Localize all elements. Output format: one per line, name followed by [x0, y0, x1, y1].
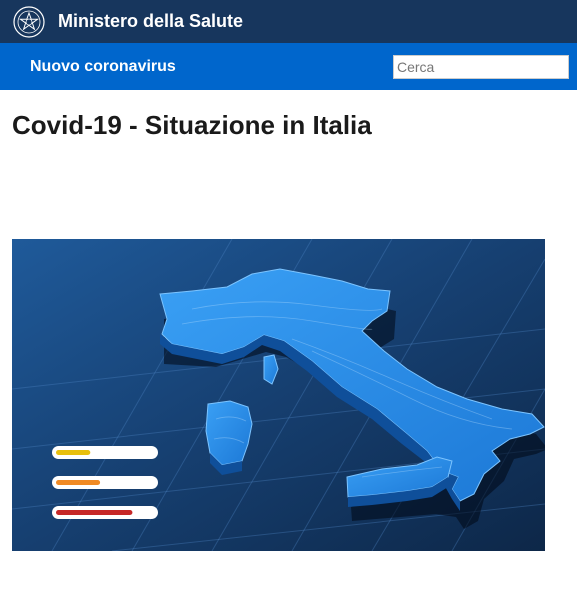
section-bar: Nuovo coronavirus [0, 43, 577, 90]
indicator-group [52, 446, 158, 519]
ministry-name[interactable]: Ministero della Salute [58, 11, 243, 32]
section-title[interactable]: Nuovo coronavirus [30, 58, 176, 76]
indicator-fill [56, 480, 101, 485]
search-input[interactable] [393, 54, 569, 79]
indicator-fill [56, 510, 133, 515]
top-header: Ministero della Salute [0, 0, 577, 43]
page-title: Covid-19 - Situazione in Italia [12, 110, 372, 140]
italy-map-illustration [12, 239, 545, 551]
indicator-fill [56, 450, 91, 455]
hero-image [12, 239, 545, 551]
italian-republic-emblem-icon[interactable] [12, 5, 46, 39]
